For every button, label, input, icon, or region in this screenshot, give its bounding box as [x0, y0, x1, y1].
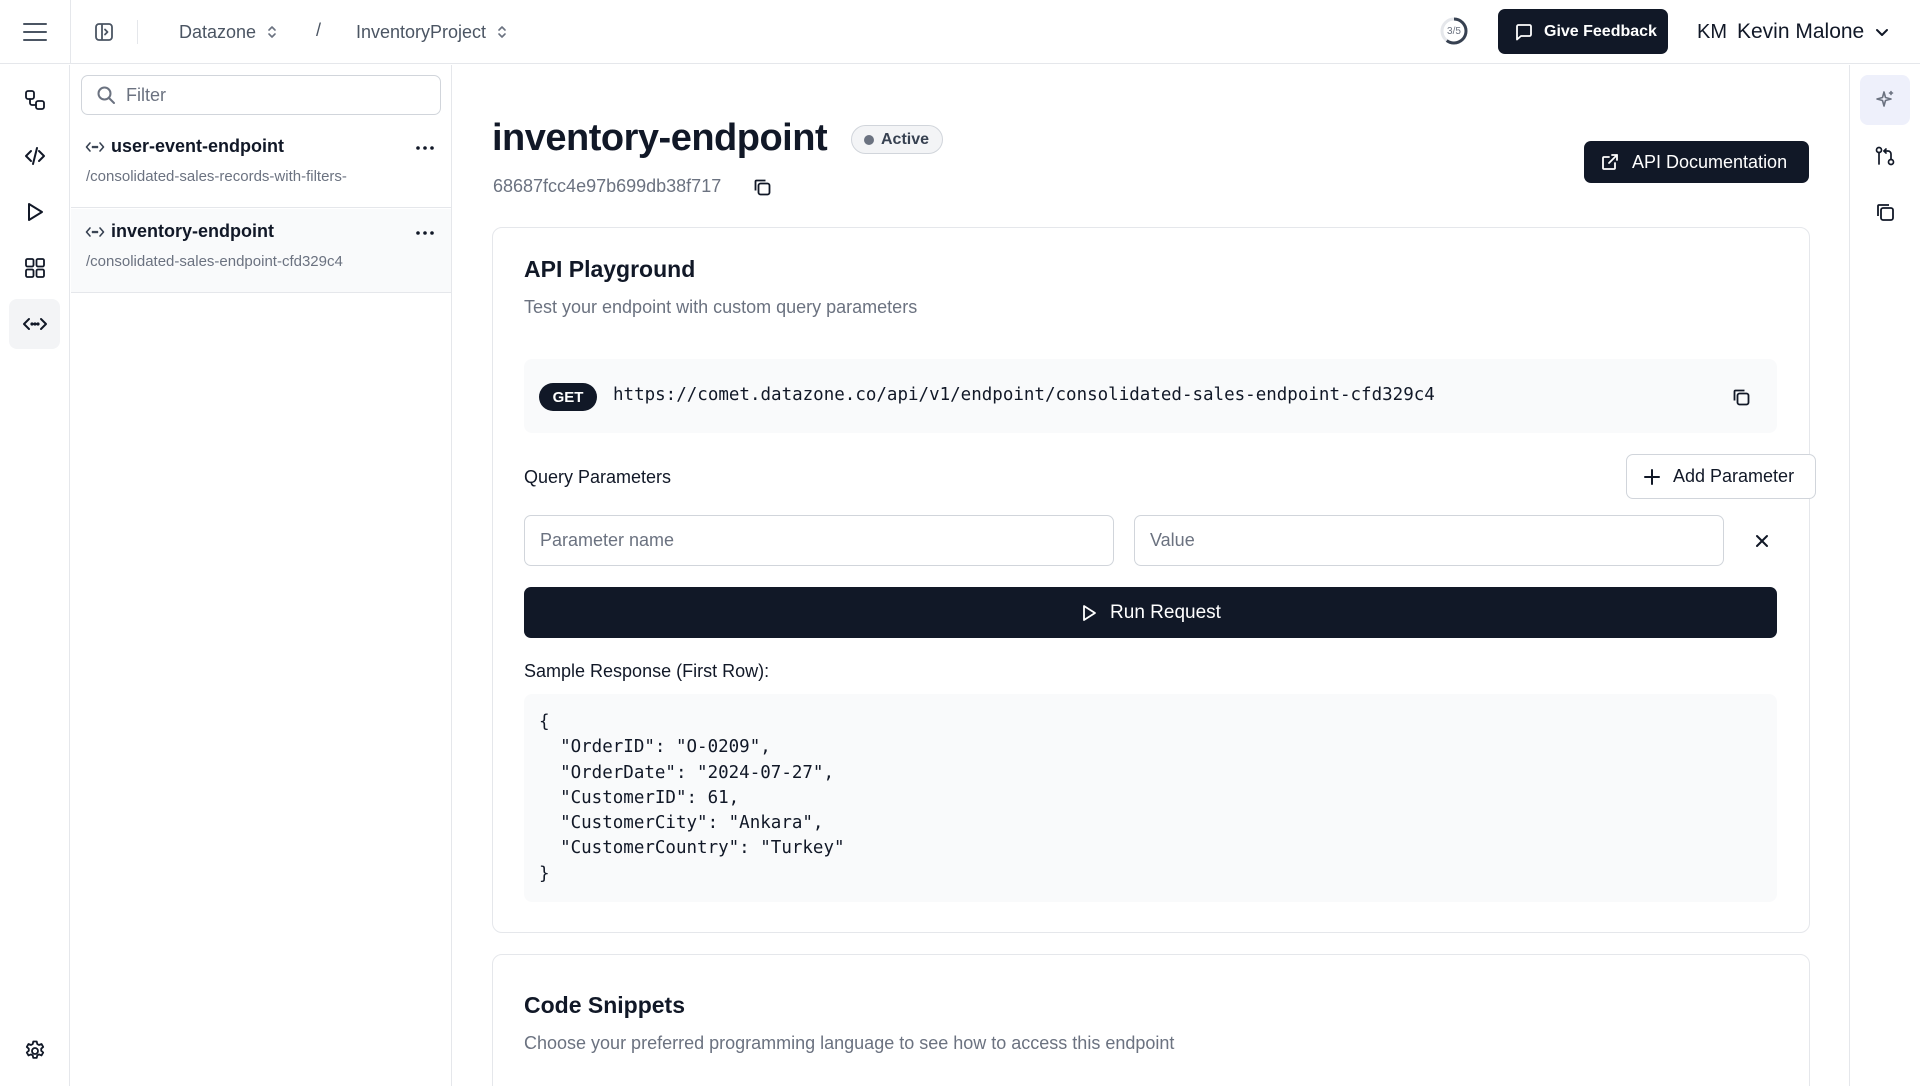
page-title: inventory-endpoint: [492, 117, 828, 159]
avatar: KM: [1697, 20, 1727, 43]
parameter-value-input[interactable]: [1134, 515, 1724, 566]
main-content: inventory-endpoint Active 68687fcc4e97b6…: [453, 65, 1849, 1086]
api-documentation-button[interactable]: API Documentation: [1584, 141, 1809, 183]
divider: [70, 0, 71, 64]
endpoint-list-item[interactable]: user-event-endpoint /consolidated-sales-…: [71, 124, 451, 208]
endpoint-path: /consolidated-sales-endpoint-cfd329c4: [86, 253, 343, 270]
hamburger-menu-icon[interactable]: [18, 16, 52, 48]
play-icon: [1080, 603, 1098, 623]
external-link-icon: [1600, 152, 1620, 172]
endpoint-id: 68687fcc4e97b699db38f717: [493, 176, 722, 196]
search-icon: [96, 85, 116, 105]
right-tool-rail: [1849, 65, 1920, 1086]
give-feedback-label: Give Feedback: [1544, 22, 1657, 40]
parameter-name-input[interactable]: [524, 515, 1114, 566]
api-playground-title: API Playground: [524, 256, 696, 282]
http-method-badge: GET: [539, 383, 597, 411]
endpoint-icon: [85, 139, 105, 155]
divider: [137, 20, 138, 44]
breadcrumb-org-label: Datazone: [179, 21, 257, 42]
endpoint-name: user-event-endpoint: [111, 136, 285, 156]
copy-url-icon[interactable]: [1727, 383, 1755, 411]
run-request-button[interactable]: Run Request: [524, 587, 1777, 638]
sample-response-label: Sample Response (First Row):: [524, 661, 770, 681]
more-horizontal-icon[interactable]: [411, 134, 439, 162]
request-url: https://comet.datazone.co/api/v1/endpoin…: [613, 385, 1435, 405]
settings-icon[interactable]: [9, 1026, 60, 1076]
sample-response-json: { "OrderID": "O-0209", "OrderDate": "202…: [539, 712, 845, 884]
api-playground-card: API Playground Test your endpoint with c…: [492, 227, 1816, 933]
status-label: Active: [881, 130, 930, 148]
endpoint-icon: [85, 224, 105, 240]
api-playground-subtitle: Test your endpoint with custom query par…: [524, 297, 918, 317]
query-parameters-label: Query Parameters: [524, 467, 672, 487]
sparkle-icon[interactable]: [1860, 75, 1910, 125]
add-parameter-label: Add Parameter: [1673, 466, 1795, 486]
left-nav-rail: [0, 65, 70, 1086]
filter-box: [81, 75, 441, 115]
breadcrumb-separator: /: [316, 20, 322, 40]
close-icon[interactable]: [1749, 528, 1775, 554]
top-bar: Datazone / InventoryProject 3/5 Give Fee…: [0, 0, 1920, 64]
grid-icon[interactable]: [9, 243, 60, 293]
endpoint-name: inventory-endpoint: [111, 221, 274, 241]
sample-response-box: { "OrderID": "O-0209", "OrderDate": "202…: [524, 694, 1777, 902]
toggle-sidebar-icon[interactable]: [90, 18, 118, 46]
breadcrumb-org-select[interactable]: Datazone: [179, 20, 278, 44]
user-name: Kevin Malone: [1737, 20, 1865, 43]
endpoint-path: /consolidated-sales-records-with-filters…: [86, 168, 347, 185]
run-request-label: Run Request: [1110, 601, 1221, 623]
request-url-bar: GET https://comet.datazone.co/api/v1/end…: [524, 359, 1777, 433]
breadcrumb-project-label: InventoryProject: [356, 21, 487, 42]
onboarding-progress-indicator[interactable]: 3/5: [1438, 14, 1470, 48]
user-menu[interactable]: KM Kevin Malone: [1697, 16, 1890, 48]
give-feedback-button[interactable]: Give Feedback: [1498, 9, 1668, 54]
pipelines-icon[interactable]: [9, 75, 60, 125]
copy-icon[interactable]: [749, 174, 775, 200]
api-documentation-label: API Documentation: [1632, 151, 1788, 172]
code-snippets-card: Code Snippets Choose your preferred prog…: [492, 954, 1810, 1086]
progress-label: 3/5: [1447, 25, 1461, 37]
chevron-up-down-icon: [496, 24, 508, 40]
chevron-down-icon: [1874, 24, 1890, 40]
endpoint-sidebar: user-event-endpoint /consolidated-sales-…: [71, 65, 452, 1086]
chevron-up-down-icon: [266, 24, 278, 40]
code-snippets-title: Code Snippets: [524, 992, 686, 1018]
filter-input[interactable]: [126, 84, 426, 106]
plus-icon: [1643, 468, 1661, 486]
copy-icon[interactable]: [1860, 187, 1910, 237]
add-parameter-button[interactable]: Add Parameter: [1626, 454, 1816, 499]
more-horizontal-icon[interactable]: [411, 219, 439, 247]
message-square-icon: [1514, 22, 1534, 42]
status-badge: Active: [851, 125, 944, 154]
status-dot: [864, 134, 874, 145]
endpoint-icon[interactable]: [9, 299, 60, 349]
code-icon[interactable]: [9, 131, 60, 181]
code-snippets-subtitle: Choose your preferred programming langua…: [524, 1033, 1175, 1053]
breadcrumb-project-select[interactable]: InventoryProject: [356, 20, 508, 44]
endpoint-list-item[interactable]: inventory-endpoint /consolidated-sales-e…: [71, 209, 451, 293]
play-icon[interactable]: [9, 187, 60, 237]
git-compare-icon[interactable]: [1860, 131, 1910, 181]
